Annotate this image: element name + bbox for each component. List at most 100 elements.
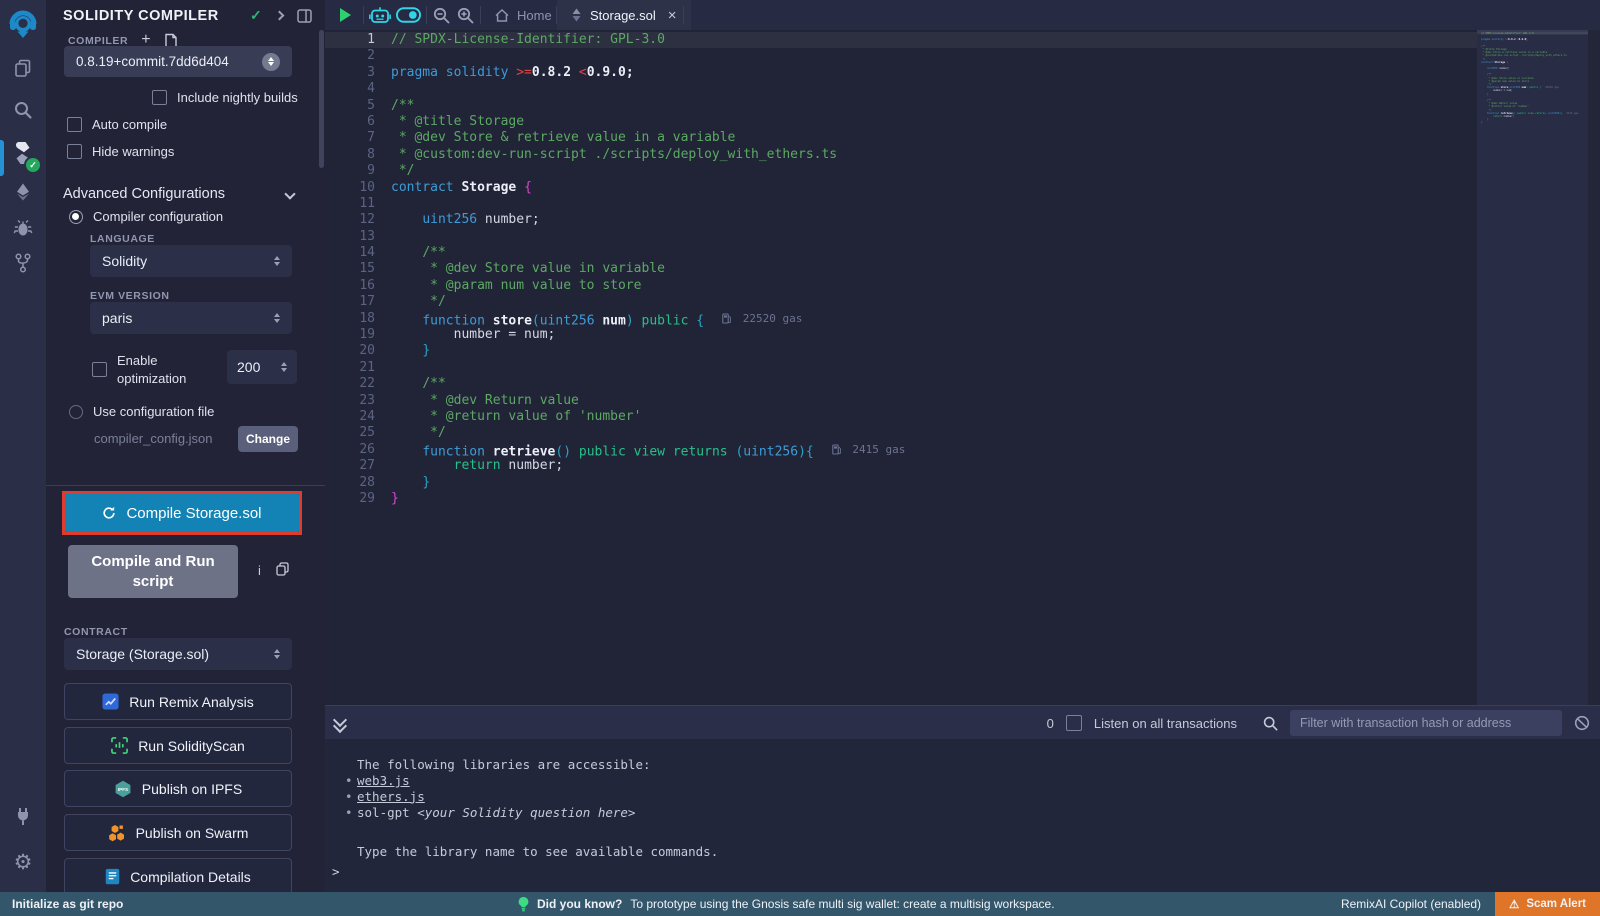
git-init-button[interactable]: Initialize as git repo (12, 897, 123, 911)
terminal-header: 0 Listen on all transactions (325, 705, 1600, 740)
code-line: 28 } (325, 475, 1477, 491)
version-stepper-icon[interactable] (262, 53, 280, 71)
settings-icon[interactable]: ⚙ (0, 852, 46, 873)
robot-icon (369, 6, 391, 24)
chevron-right-icon[interactable] (274, 11, 284, 21)
line-number: 19 (325, 327, 391, 343)
info-icon[interactable]: i (258, 563, 261, 578)
code-line: 21 (325, 360, 1477, 376)
run-solidityscan-button[interactable]: Run SolidityScan (64, 727, 292, 764)
terminal-intro: The following libraries are accessible: (357, 757, 651, 773)
run-remix-analysis-button[interactable]: Run Remix Analysis (64, 683, 292, 720)
code-line: 6 * @title Storage (325, 114, 1477, 130)
active-plugin-indicator (0, 140, 4, 176)
gas-estimate: 22520 gas (1545, 86, 1559, 89)
auto-compile-row: Auto compile (67, 117, 167, 132)
zoom-out-icon (433, 7, 450, 24)
zoom-in-button[interactable] (457, 0, 474, 30)
clear-console-icon[interactable] (1574, 715, 1590, 731)
chevron-down-icon[interactable] (284, 188, 295, 199)
use-config-file-radio[interactable] (69, 405, 83, 419)
svg-text:IPFS: IPFS (118, 787, 128, 792)
publish-on-swarm-button[interactable]: Publish on Swarm (64, 814, 292, 851)
editor-minimap[interactable]: // SPDX-License-Identifier: GPL-3.0pragm… (1477, 30, 1588, 705)
gas-estimate: 2415 gas (832, 442, 906, 458)
compile-button[interactable]: Compile Storage.sol (65, 494, 299, 532)
copilot-status[interactable]: RemixAI Copilot (enabled) (1341, 897, 1481, 911)
tab-home[interactable]: Home (481, 0, 566, 30)
panel-scrollbar[interactable] (319, 30, 324, 168)
details-document-icon (105, 868, 120, 885)
solidity-file-icon (571, 8, 582, 22)
deploy-run-icon[interactable] (0, 182, 46, 202)
select-arrows-icon (274, 256, 280, 266)
compiler-version-select[interactable]: 0.8.19+commit.7dd6d404 (64, 46, 292, 77)
compiler-configuration-radio[interactable] (69, 210, 83, 224)
change-config-button[interactable]: Change (238, 426, 298, 452)
terminal-library-item[interactable]: ethers.js (357, 789, 635, 805)
copilot-toggle[interactable] (396, 0, 421, 30)
remixai-assistant-button[interactable] (369, 0, 391, 30)
compile-and-run-tooltip[interactable]: Compile and Run script (68, 545, 238, 598)
line-number: 4 (325, 81, 391, 97)
code-line: 16 * @param num value to store (325, 278, 1477, 294)
hide-warnings-checkbox[interactable] (67, 144, 82, 159)
compilation-details-button[interactable]: Compilation Details (64, 858, 292, 895)
line-number: 10 (325, 180, 391, 196)
search-icon[interactable] (0, 100, 46, 120)
transaction-count: 0 (1047, 716, 1054, 731)
copy-icon[interactable] (276, 562, 289, 576)
optimization-runs-input[interactable]: 200 (227, 350, 297, 384)
stepper-arrows-icon[interactable] (281, 362, 287, 372)
code-line: 11 (325, 196, 1477, 212)
home-icon (495, 9, 509, 22)
contract-select[interactable]: Storage (Storage.sol) (64, 638, 292, 670)
plugin-manager-icon[interactable] (0, 806, 46, 826)
debugger-icon[interactable] (0, 218, 46, 238)
line-number: 21 (325, 360, 391, 376)
terminal-output[interactable]: The following libraries are accessible: … (325, 739, 1600, 892)
code-editor[interactable]: 1// SPDX-License-Identifier: GPL-3.023pr… (325, 30, 1600, 705)
tab-storage-sol[interactable]: Storage.sol × (557, 0, 691, 30)
code-line: 22 /** (325, 376, 1477, 392)
warning-icon: ⚠ (1509, 897, 1519, 911)
terminal-library-item[interactable]: web3.js (357, 773, 635, 789)
remix-logo-icon[interactable] (0, 10, 46, 40)
terminal-library-list: web3.jsethers.jssol-gpt <your Solidity q… (357, 773, 635, 820)
compile-success-badge: ✓ (24, 156, 42, 174)
code-line: 1// SPDX-License-Identifier: GPL-3.0 (325, 32, 1477, 48)
toggle-on-icon (396, 7, 421, 23)
transaction-filter-input[interactable] (1290, 710, 1562, 736)
collapse-terminal-icon[interactable] (335, 715, 345, 731)
publish-on-ipfs-button[interactable]: IPFS Publish on IPFS (64, 770, 292, 807)
code-line: 3pragma solidity >=0.8.2 <0.9.0; (325, 65, 1477, 81)
auto-compile-checkbox[interactable] (67, 117, 82, 132)
line-number: 22 (325, 376, 391, 392)
terminal-library-item[interactable]: sol-gpt <your Solidity question here> (357, 805, 635, 821)
compile-button-highlight: Compile Storage.sol (62, 491, 302, 535)
code-line: 27 return number; (325, 458, 1477, 474)
file-explorer-icon[interactable] (0, 58, 46, 78)
line-number: 29 (325, 491, 391, 507)
code-line: 17 */ (325, 294, 1477, 310)
listen-label: Listen on all transactions (1094, 716, 1237, 731)
zoom-out-button[interactable] (433, 0, 450, 30)
close-tab-icon[interactable]: × (668, 7, 677, 24)
git-icon[interactable] (0, 252, 46, 274)
line-number: 3 (325, 65, 391, 81)
status-bar: Initialize as git repo Did you know? To … (0, 892, 1600, 916)
evm-version-select[interactable]: paris (90, 302, 292, 334)
compiler-label: COMPILER (68, 35, 128, 47)
include-nightly-checkbox[interactable] (152, 90, 167, 105)
line-number: 8 (325, 147, 391, 163)
listen-all-transactions-checkbox[interactable] (1066, 715, 1082, 731)
ipfs-icon: IPFS (114, 780, 132, 798)
enable-optimization-checkbox[interactable] (92, 362, 107, 377)
gas-estimate: 2415 gas (1566, 112, 1578, 115)
run-script-button[interactable] (340, 0, 351, 30)
language-select[interactable]: Solidity (90, 245, 292, 277)
scam-alert-button[interactable]: ⚠ Scam Alert (1495, 892, 1600, 916)
remix-ide-window: ✓ (0, 0, 1600, 916)
editor-scrollbar-gutter[interactable] (1588, 30, 1600, 705)
split-view-icon[interactable] (297, 9, 312, 23)
